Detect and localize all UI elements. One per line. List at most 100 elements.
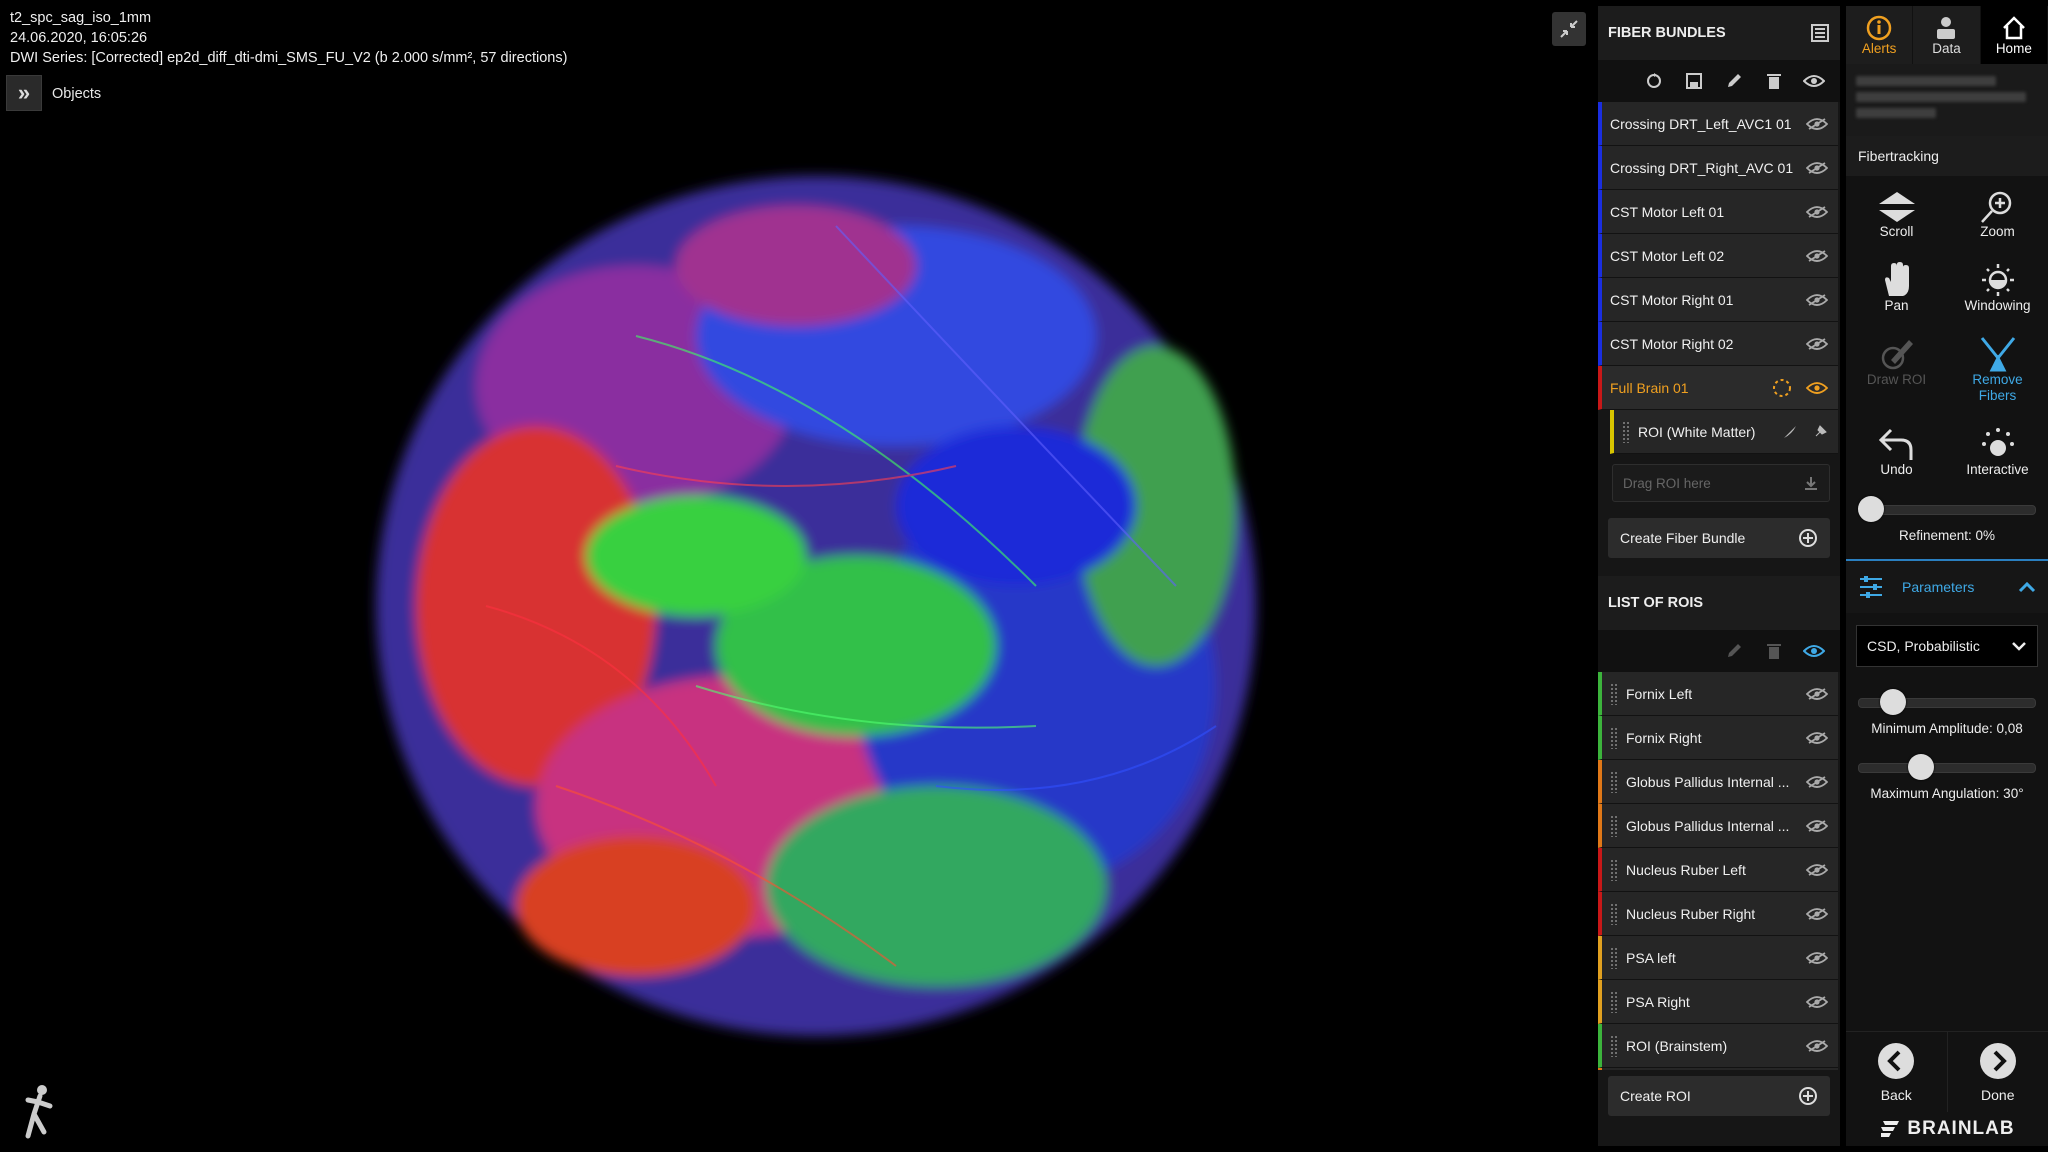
save-icon[interactable] [1680, 67, 1708, 95]
nav-home[interactable]: Home [1980, 6, 2048, 64]
pan-label: Pan [1884, 298, 1909, 313]
visibility-eye-icon[interactable] [1806, 1039, 1828, 1053]
roi-row[interactable]: Fornix Left [1598, 672, 1838, 716]
draw-roi-tool[interactable]: Draw ROI [1846, 324, 1947, 398]
pin-icon[interactable] [1812, 424, 1828, 440]
roi-row[interactable]: Globus Pallidus Internal ... [1598, 804, 1838, 848]
objects-expand-button[interactable]: » [6, 75, 42, 111]
trash-icon[interactable] [1760, 67, 1788, 95]
fiber-bundles-title: FIBER BUNDLES [1608, 25, 1726, 41]
visibility-eye-icon[interactable] [1806, 161, 1828, 175]
fiber-bundle-row[interactable]: CST Motor Left 01 [1598, 190, 1838, 234]
visibility-eye-icon[interactable] [1806, 117, 1828, 131]
visibility-eye-icon[interactable] [1800, 67, 1828, 95]
rois-toolbar [1598, 630, 1840, 672]
visibility-eye-icon[interactable] [1806, 731, 1828, 745]
drag-handle-icon[interactable] [1610, 726, 1618, 749]
roi-row[interactable]: ROI (Dentate Nucleus Ri... [1598, 1068, 1838, 1070]
roi-row[interactable]: Nucleus Ruber Right [1598, 892, 1838, 936]
algorithm-select[interactable]: CSD, Probabilistic [1856, 625, 2038, 667]
pan-tool[interactable]: Pan [1846, 250, 1947, 324]
roi-row[interactable]: Nucleus Ruber Left [1598, 848, 1838, 892]
zoom-label: Zoom [1980, 224, 2015, 239]
fiber-bundle-row[interactable]: Crossing DRT_Right_AVC 01 [1598, 146, 1838, 190]
visibility-eye-icon[interactable] [1806, 819, 1828, 833]
nav-home-label: Home [1995, 40, 2032, 56]
fiber-bundle-row[interactable]: CST Motor Right 01 [1598, 278, 1838, 322]
roi-label: Globus Pallidus Internal ... [1626, 817, 1790, 834]
maximum-angulation-slider[interactable] [1858, 752, 2036, 780]
roi-row[interactable]: PSA left [1598, 936, 1838, 980]
roi-label: PSA left [1626, 949, 1676, 966]
visibility-eye-icon[interactable] [1806, 381, 1828, 395]
create-roi-button[interactable]: Create ROI [1608, 1076, 1830, 1116]
maximum-angulation-label: Maximum Angulation: 30° [1870, 786, 2024, 801]
remove-fibers-icon [1980, 337, 2015, 372]
roi-row[interactable]: Globus Pallidus Internal ... [1598, 760, 1838, 804]
scroll-label: Scroll [1879, 224, 1914, 239]
fiber-bundle-row[interactable]: CST Motor Left 02 [1598, 234, 1838, 278]
minimum-amplitude-slider[interactable] [1858, 687, 2036, 715]
fiber-bundles-header: FIBER BUNDLES [1598, 6, 1840, 60]
roi-label: Nucleus Ruber Right [1626, 905, 1756, 922]
minimum-amplitude-knob[interactable] [1880, 689, 1906, 715]
create-fiber-bundle-button[interactable]: Create Fiber Bundle [1608, 518, 1830, 558]
trash-icon[interactable] [1760, 637, 1788, 665]
visibility-eye-icon[interactable] [1800, 637, 1828, 665]
roi-row[interactable]: ROI (Brainstem) [1598, 1024, 1838, 1068]
objects-label: Objects [52, 86, 102, 102]
back-button[interactable]: Back [1846, 1032, 1947, 1112]
refinement-label: Refinement: 0% [1898, 528, 1996, 543]
drag-handle-icon[interactable] [1610, 946, 1618, 969]
visibility-eye-icon[interactable] [1806, 995, 1828, 1009]
refresh-icon[interactable] [1640, 67, 1668, 95]
parameters-header[interactable]: Parameters [1846, 559, 2048, 613]
visibility-eye-icon[interactable] [1806, 293, 1828, 307]
roi-list: Fornix Left Fornix Right Globus Pallidus I… [1598, 672, 1840, 1070]
fiber-bundle-row[interactable]: CST Motor Right 02 [1598, 322, 1838, 366]
fiber-bundle-row[interactable]: Full Brain 01 [1598, 366, 1838, 410]
fiber-tractography-rendering[interactable] [336, 86, 1296, 1086]
interactive-tool[interactable]: Interactive [1947, 398, 2048, 488]
drag-handle-icon[interactable] [1610, 1034, 1618, 1057]
list-view-icon[interactable] [1810, 23, 1830, 43]
visibility-eye-icon[interactable] [1806, 775, 1828, 789]
feather-icon[interactable] [1782, 424, 1798, 440]
visibility-eye-icon[interactable] [1806, 951, 1828, 965]
3d-viewer[interactable]: t2_spc_sag_iso_1mm 24.06.2020, 16:05:26 … [6, 6, 1592, 1146]
edit-pencil-icon[interactable] [1720, 67, 1748, 95]
undo-tool[interactable]: Undo [1846, 398, 1947, 488]
roi-row[interactable]: PSA Right [1598, 980, 1838, 1024]
zoom-tool[interactable]: Zoom [1947, 176, 2048, 250]
drag-handle-icon[interactable] [1622, 420, 1630, 443]
drag-handle-icon[interactable] [1610, 858, 1618, 881]
interactive-sparkle-icon [1981, 428, 2014, 456]
refinement-slider[interactable] [1858, 494, 2036, 522]
drag-handle-icon[interactable] [1610, 682, 1618, 705]
drag-handle-icon[interactable] [1610, 990, 1618, 1013]
visibility-eye-icon[interactable] [1806, 907, 1828, 921]
roi-label: Fornix Right [1626, 729, 1702, 746]
refinement-knob[interactable] [1858, 496, 1884, 522]
drag-handle-icon[interactable] [1610, 770, 1618, 793]
visibility-eye-icon[interactable] [1806, 205, 1828, 219]
done-button[interactable]: Done [1946, 1032, 2048, 1112]
windowing-tool[interactable]: Windowing [1947, 250, 2048, 324]
top-navigation: Alerts Data Home [1846, 6, 2048, 64]
nav-alerts[interactable]: Alerts [1846, 6, 1914, 64]
roi-row[interactable]: Fornix Right [1598, 716, 1838, 760]
maximum-angulation-knob[interactable] [1908, 754, 1934, 780]
drag-roi-dropzone[interactable]: Drag ROI here [1612, 464, 1830, 502]
nav-data[interactable]: Data [1913, 6, 1981, 64]
collapse-view-button[interactable] [1552, 12, 1586, 46]
drag-handle-icon[interactable] [1610, 902, 1618, 925]
visibility-eye-icon[interactable] [1806, 863, 1828, 877]
visibility-eye-icon[interactable] [1806, 249, 1828, 263]
visibility-eye-icon[interactable] [1806, 687, 1828, 701]
edit-pencil-icon[interactable] [1720, 637, 1748, 665]
visibility-eye-icon[interactable] [1806, 337, 1828, 351]
scroll-tool[interactable]: Scroll [1846, 176, 1947, 250]
fiber-bundle-row[interactable]: Crossing DRT_Left_AVC1 01 [1598, 102, 1838, 146]
roi-white-matter-row[interactable]: ROI (White Matter) [1610, 410, 1838, 454]
drag-handle-icon[interactable] [1610, 814, 1618, 837]
